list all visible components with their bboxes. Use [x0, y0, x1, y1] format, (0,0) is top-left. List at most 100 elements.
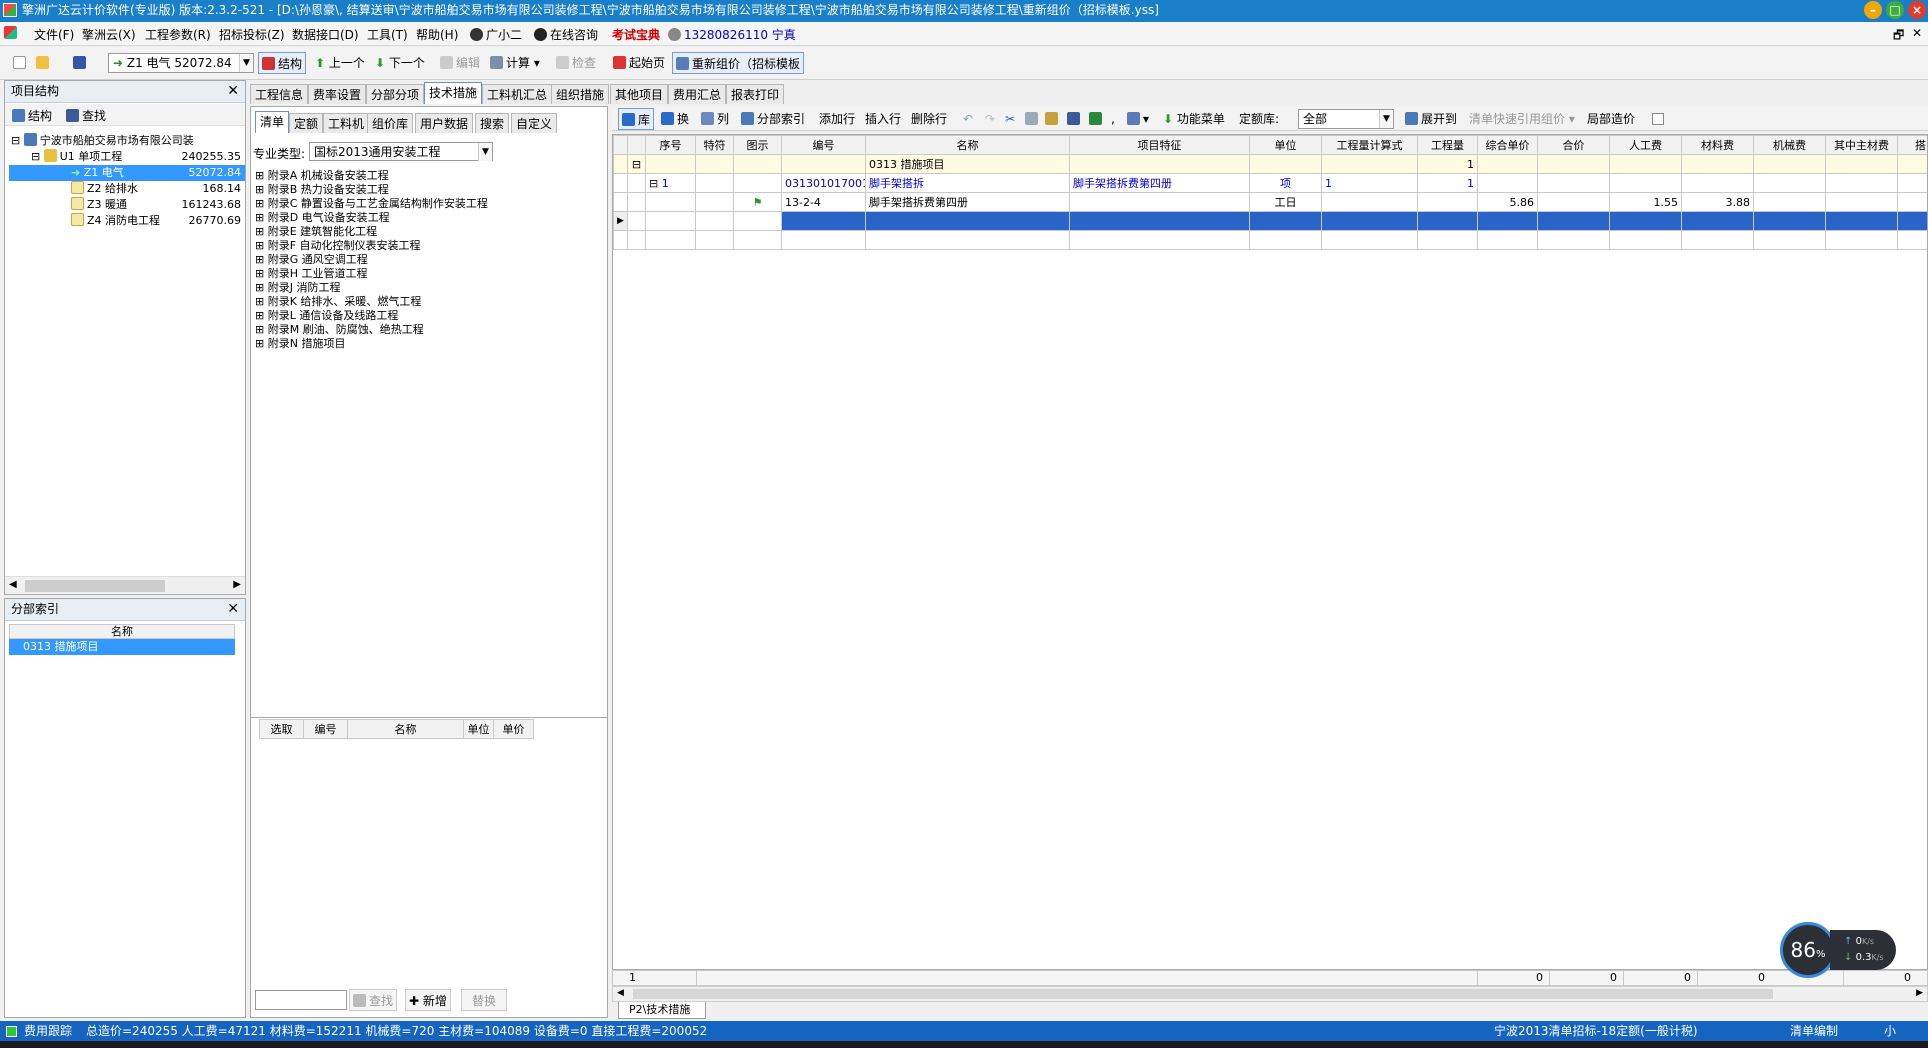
- appendix-item[interactable]: ⊞ 附录B 热力设备安装工程: [255, 183, 605, 197]
- redo-icon[interactable]: ↷: [982, 108, 998, 130]
- appendix-item[interactable]: ⊞ 附录F 自动化控制仪表安装工程: [255, 239, 605, 253]
- new-button[interactable]: ✚ 新增: [405, 989, 451, 1011]
- close-icon[interactable]: ✕: [227, 599, 239, 620]
- appendix-item[interactable]: ⊞ 附录L 通信设备及线路工程: [255, 309, 605, 323]
- new-file-icon[interactable]: [10, 52, 32, 74]
- tab-fee-summary[interactable]: 费用汇总: [668, 84, 727, 104]
- undo-icon[interactable]: ↶: [960, 108, 976, 130]
- table-row[interactable]: ⚑ 13-2-4 脚手架搭拆费第四册 工日 5.86 1.55 3.88: [613, 192, 1927, 212]
- tree-root[interactable]: ⊟ 宁波市船舶交易市场有限公司装: [11, 133, 194, 149]
- menu-bidding[interactable]: 招标投标(Z): [219, 26, 285, 43]
- calc-button[interactable]: 计算 ▾: [487, 52, 543, 74]
- func-menu-button[interactable]: ⬇ 功能菜单: [1160, 108, 1228, 130]
- local-price-checkbox[interactable]: [1652, 113, 1664, 125]
- menu-tools[interactable]: 工具(T): [367, 26, 408, 43]
- lib-toggle[interactable]: 库: [618, 108, 655, 130]
- tab-list[interactable]: 清单: [255, 111, 290, 133]
- quick-ref-button[interactable]: 清单快速引用组价 ▾: [1466, 108, 1578, 130]
- grid-hscrollbar[interactable]: ◀ ▶: [612, 986, 1928, 1002]
- open-file-icon[interactable]: [33, 52, 55, 74]
- tree-item-z3[interactable]: Z3 暖通 161243.68: [71, 197, 241, 213]
- check-button[interactable]: 检查: [553, 52, 599, 74]
- appendix-item[interactable]: ⊞ 附录D 电气设备安装工程: [255, 211, 605, 225]
- maximize-button[interactable]: □: [1886, 1, 1904, 19]
- sheet-tab[interactable]: P2\技术措施: [618, 1002, 706, 1019]
- menu-data[interactable]: 数据接口(D): [292, 26, 359, 43]
- tab-report[interactable]: 报表打印: [726, 84, 785, 104]
- excel-icon[interactable]: [1086, 108, 1108, 130]
- close-button[interactable]: ×: [1908, 1, 1926, 19]
- appendix-item[interactable]: ⊞ 附录N 措施项目: [255, 337, 605, 351]
- brush-icon[interactable]: ▾: [1124, 108, 1152, 130]
- add-row-button[interactable]: 添加行: [816, 108, 858, 130]
- spec-select[interactable]: 国标2013通用安装工程 ▼: [309, 142, 493, 161]
- tab-custom[interactable]: 自定义: [511, 113, 558, 133]
- structure-button[interactable]: 结构: [9, 105, 55, 127]
- find-button[interactable]: 查找: [349, 989, 398, 1011]
- table-row[interactable]: ⊟ 1 031301017001 脚手架搭拆 脚手架搭拆费第四册 项1 1: [613, 173, 1927, 193]
- expand-button[interactable]: 展开到: [1402, 108, 1460, 130]
- appendix-item[interactable]: ⊞ 附录M 刷油、防腐蚀、绝热工程: [255, 323, 605, 337]
- close-icon[interactable]: ✕: [227, 81, 239, 102]
- appendix-item[interactable]: ⊞ 附录J 消防工程: [255, 281, 605, 295]
- tree-item-z2[interactable]: Z2 给排水 168.14: [71, 181, 241, 197]
- exam-link[interactable]: 考试宝典: [612, 26, 660, 43]
- restore-icon[interactable]: 🗗: [1893, 26, 1904, 47]
- menu-help[interactable]: 帮助(H): [416, 26, 458, 43]
- prev-button[interactable]: ⬆ 上一个: [312, 52, 368, 74]
- swap-button[interactable]: 换: [658, 108, 692, 130]
- table-row[interactable]: ⊟ 0313 措施项目 1: [613, 154, 1927, 174]
- tab-rate[interactable]: 费率设置: [308, 84, 367, 104]
- column-button[interactable]: 列: [698, 108, 732, 130]
- table-row[interactable]: [613, 230, 1927, 250]
- tab-tech-measures[interactable]: 技术措施: [424, 82, 483, 104]
- online-consult-link[interactable]: 在线咨询: [534, 26, 598, 43]
- tree-item-z1[interactable]: ➜ Z1 电气 52072.84: [9, 165, 245, 181]
- assistant-link[interactable]: 广小二: [470, 26, 522, 43]
- table-row-selected[interactable]: ▶: [613, 211, 1927, 231]
- close-doc-icon[interactable]: ✕: [1912, 26, 1922, 40]
- next-button[interactable]: ⬇ 下一个: [372, 52, 428, 74]
- paste-icon[interactable]: [1042, 108, 1064, 130]
- collapse-icon[interactable]: ⊟: [627, 154, 646, 174]
- menu-file[interactable]: 文件(F): [34, 26, 74, 43]
- user-link[interactable]: 13280826110 宁真: [668, 26, 796, 43]
- tab-quota[interactable]: 定额: [289, 113, 324, 133]
- recompose-tab[interactable]: 重新组价（招标模板: [672, 52, 805, 74]
- collapse-icon[interactable]: ⊟ 1: [645, 173, 696, 193]
- tab-user-data[interactable]: 用户数据: [415, 113, 474, 133]
- appendix-item[interactable]: ⊞ 附录G 通风空调工程: [255, 253, 605, 267]
- find-button[interactable]: 查找: [63, 105, 109, 127]
- tab-other[interactable]: 其他项目: [610, 84, 669, 104]
- tab-search[interactable]: 搜索: [475, 113, 510, 133]
- index-button[interactable]: 分部索引: [738, 108, 808, 130]
- appendix-item[interactable]: ⊞ 附录C 静置设备与工艺金属结构制作安装工程: [255, 197, 605, 211]
- tab-org-measures[interactable]: 组织措施: [551, 84, 610, 104]
- appendix-item[interactable]: ⊞ 附录A 机械设备安装工程: [255, 169, 605, 183]
- find-icon[interactable]: [1064, 108, 1086, 130]
- cut-icon[interactable]: ✂: [1002, 108, 1018, 130]
- tab-items[interactable]: 分部分项: [366, 84, 425, 104]
- horizontal-scrollbar[interactable]: ◀ ▶: [5, 576, 245, 594]
- search-input[interactable]: [255, 990, 347, 1010]
- tree-item-u1[interactable]: ⊟ U1 单项工程 240255.35: [31, 149, 241, 165]
- appendix-item[interactable]: ⊞ 附录H 工业管道工程: [255, 267, 605, 281]
- tree-item-z4[interactable]: Z4 消防电工程 26770.69: [71, 213, 241, 229]
- appendix-item[interactable]: ⊞ 附录K 给排水、采暖、燃气工程: [255, 295, 605, 309]
- project-select[interactable]: ➜ Z1 电气 52072.84 ▼: [108, 53, 254, 73]
- appendix-item[interactable]: ⊞ 附录E 建筑智能化工程: [255, 225, 605, 239]
- minimize-button[interactable]: –: [1864, 1, 1882, 19]
- copy-icon[interactable]: [1022, 108, 1044, 130]
- tab-project-info[interactable]: 工程信息: [250, 84, 309, 104]
- quota-lib-select[interactable]: 全部 ▼: [1298, 109, 1394, 129]
- menu-cloud[interactable]: 擎洲云(X): [82, 26, 136, 43]
- comma-icon[interactable]: ,: [1108, 108, 1118, 130]
- tab-labor[interactable]: 工料机: [323, 113, 370, 133]
- delete-row-button[interactable]: 删除行: [908, 108, 950, 130]
- tab-compose-lib[interactable]: 组价库: [367, 113, 414, 133]
- fee-track-label[interactable]: 费用跟踪: [24, 1021, 72, 1041]
- save-icon[interactable]: [70, 52, 92, 74]
- index-row[interactable]: 0313 措施项目: [9, 639, 235, 655]
- edit-button[interactable]: 编辑: [437, 52, 483, 74]
- tab-labor-summary[interactable]: 工料机汇总: [482, 84, 553, 104]
